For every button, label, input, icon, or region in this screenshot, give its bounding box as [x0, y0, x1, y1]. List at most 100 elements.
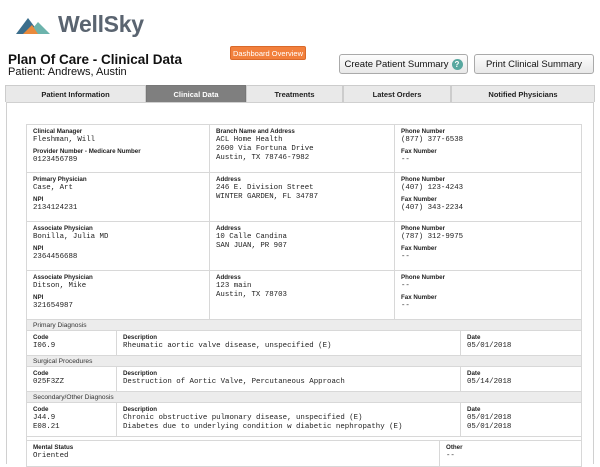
diagnosis-date: 05/01/2018: [467, 342, 512, 350]
npi-label: NPI: [33, 196, 44, 203]
diagnosis-date: 05/01/2018: [467, 414, 512, 422]
tab-notified-physicians[interactable]: Notified Physicians: [451, 85, 595, 102]
npi-value: 2364456688: [33, 253, 78, 261]
code-label: Code: [33, 406, 49, 413]
fax-label: Fax Number: [401, 245, 437, 252]
branch-line: 2600 Via Fortuna Drive: [216, 145, 314, 153]
clinical-manager-label: Clinical Manager: [33, 128, 83, 135]
branch-label: Branch Name and Address: [216, 128, 295, 135]
procedure-date: 05/14/2018: [467, 378, 512, 386]
address-line: SAN JUAN, PR 907: [216, 242, 287, 250]
tab-bar: Patient Information Clinical Data Treatm…: [5, 85, 595, 102]
date-label: Date: [467, 334, 481, 341]
fax-value: (407) 343-2234: [401, 204, 464, 212]
dashboard-overview-button[interactable]: Dashboard Overview: [230, 46, 306, 60]
contacts-grid: Clinical Manager Fleshman, Will Provider…: [26, 124, 582, 467]
physician-row: Associate Physician Ditson, Mike NPI 321…: [27, 271, 581, 320]
branch-line: ACL Home Health: [216, 136, 283, 144]
diagnosis-description: Diabetes due to underlying condition w d…: [123, 423, 403, 431]
physician-name: Bonilla, Julia MD: [33, 233, 109, 241]
fax-value: --: [401, 302, 410, 310]
secondary-diagnosis-header: Secondary/Other Diagnosis: [27, 392, 581, 403]
provider-number-label: Provider Number - Medicare Number: [33, 148, 141, 155]
diagnosis-code: E08.21: [33, 423, 60, 431]
logo-text: WellSky: [58, 10, 144, 37]
content-panel: Clinical Manager Fleshman, Will Provider…: [6, 102, 594, 467]
physician-role-label: Associate Physician: [33, 225, 93, 232]
create-patient-summary-button[interactable]: Create Patient Summary ?: [339, 54, 468, 74]
mental-status-value: Oriented: [33, 452, 69, 460]
other-label: Other: [446, 444, 463, 451]
physician-row: Associate Physician Bonilla, Julia MD NP…: [27, 222, 581, 271]
provider-number-value: 0123456789: [33, 156, 78, 164]
tab-treatments[interactable]: Treatments: [246, 85, 343, 102]
phone-label: Phone Number: [401, 225, 446, 232]
phone-label: Phone Number: [401, 176, 446, 183]
address-label: Address: [216, 225, 241, 232]
fax-value: --: [401, 156, 410, 164]
procedure-code: 025F3ZZ: [33, 378, 65, 386]
diagnosis-code: J44.9: [33, 414, 56, 422]
date-label: Date: [467, 406, 481, 413]
code-label: Code: [33, 370, 49, 377]
clinical-manager-value: Fleshman, Will: [33, 136, 96, 144]
address-line: 123 main: [216, 282, 252, 290]
phone-value: --: [401, 282, 410, 290]
phone-label: Phone Number: [401, 128, 446, 135]
other-value: --: [446, 452, 455, 460]
tab-clinical-data[interactable]: Clinical Data: [146, 85, 246, 102]
fax-label: Fax Number: [401, 196, 437, 203]
address-line: 246 E. Division Street: [216, 184, 314, 192]
npi-value: 321654987: [33, 302, 73, 310]
tab-patient-information[interactable]: Patient Information: [5, 85, 146, 102]
address-label: Address: [216, 274, 241, 281]
clinical-data-card: Clinical Manager Fleshman, Will Provider…: [26, 124, 582, 467]
tab-latest-orders[interactable]: Latest Orders: [343, 85, 451, 102]
phone-label: Phone Number: [401, 274, 446, 281]
address-line: WINTER GARDEN, FL 34787: [216, 193, 319, 201]
wellsky-logo-icon: [16, 18, 50, 34]
description-label: Description: [123, 370, 158, 377]
address-label: Address: [216, 176, 241, 183]
physician-role-label: Primary Physician: [33, 176, 87, 183]
patient-name: Patient: Andrews, Austin: [8, 66, 127, 78]
wellsky-logo: WellSky: [14, 9, 144, 39]
npi-value: 2134124231: [33, 204, 78, 212]
page-title: Plan Of Care - Clinical Data: [8, 52, 183, 67]
diagnosis-date: 05/01/2018: [467, 423, 512, 431]
help-icon[interactable]: ?: [451, 58, 463, 70]
physician-row: Primary Physician Case, Art NPI 21341242…: [27, 173, 581, 222]
fax-label: Fax Number: [401, 148, 437, 155]
mental-status-row: Mental Status Oriented Other --: [27, 440, 581, 466]
phone-value: (787) 312-9975: [401, 233, 464, 241]
primary-diagnosis-row: Code I06.9 Description Rheumatic aortic …: [27, 331, 581, 356]
surgical-procedure-row: Code 025F3ZZ Description Destruction of …: [27, 367, 581, 392]
date-label: Date: [467, 370, 481, 377]
diagnosis-description: Chronic obstructive pulmonary disease, u…: [123, 414, 363, 422]
address-line: 10 Calle Candina: [216, 233, 287, 241]
fax-label: Fax Number: [401, 294, 437, 301]
branch-line: Austin, TX 78746-7982: [216, 154, 310, 162]
npi-label: NPI: [33, 294, 44, 301]
secondary-diagnosis-row: Code J44.9 E08.21 Description Chronic ob…: [27, 403, 581, 437]
diagnosis-code: I06.9: [33, 342, 56, 350]
create-patient-summary-label: Create Patient Summary: [344, 58, 449, 70]
physician-role-label: Associate Physician: [33, 274, 93, 281]
physician-name: Case, Art: [33, 184, 73, 192]
phone-value: (877) 377-6538: [401, 136, 464, 144]
fax-value: --: [401, 253, 410, 261]
primary-diagnosis-header: Primary Diagnosis: [27, 320, 581, 331]
diagnosis-description: Rheumatic aortic valve disease, unspecif…: [123, 342, 332, 350]
description-label: Description: [123, 334, 158, 341]
npi-label: NPI: [33, 245, 44, 252]
description-label: Description: [123, 406, 158, 413]
phone-value: (407) 123-4243: [401, 184, 464, 192]
mental-status-label: Mental Status: [33, 444, 74, 451]
code-label: Code: [33, 334, 49, 341]
physician-name: Ditson, Mike: [33, 282, 87, 290]
print-clinical-summary-button[interactable]: Print Clinical Summary: [474, 54, 594, 74]
surgical-procedures-header: Surgical Procedures: [27, 356, 581, 367]
address-line: Austin, TX 78703: [216, 291, 287, 299]
clinical-manager-row: Clinical Manager Fleshman, Will Provider…: [27, 125, 581, 173]
procedure-description: Destruction of Aortic Valve, Percutaneou…: [123, 378, 345, 386]
